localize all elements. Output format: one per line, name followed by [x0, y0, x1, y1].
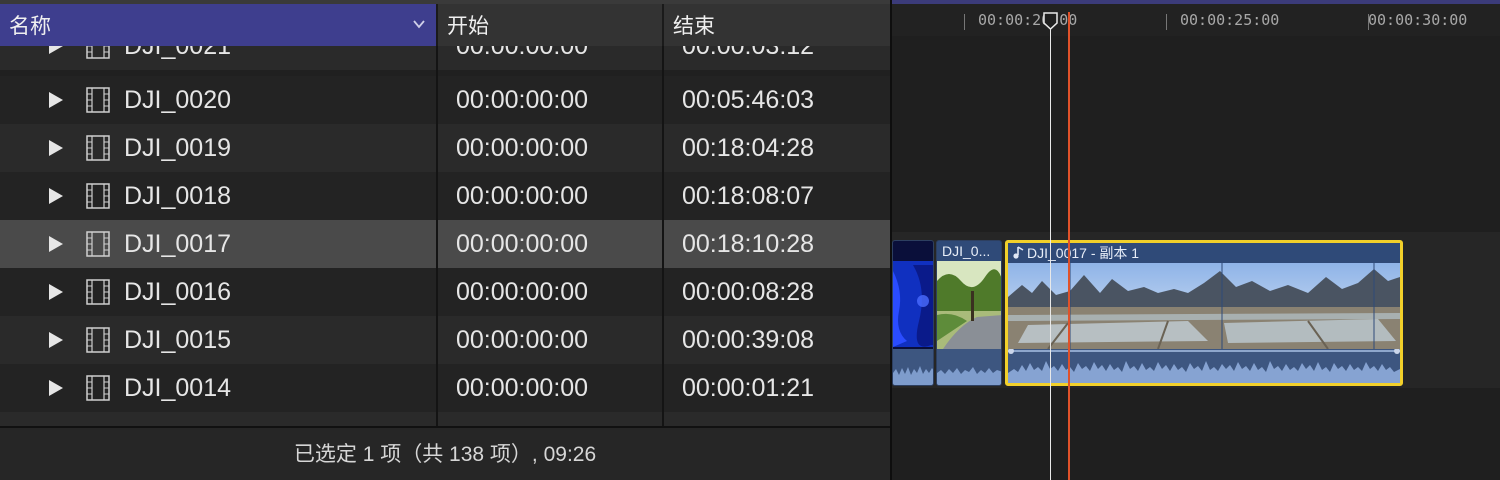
clip-title: DJI_0... [942, 243, 991, 259]
list-item[interactable] [0, 412, 890, 426]
clip-list: DJI_0021 00:00:00:00 00:00:03:12 DJI_002… [0, 46, 890, 426]
column-header-name[interactable]: 名称 [0, 4, 436, 46]
list-item[interactable]: DJI_0019 00:00:00:00 00:18:04:28 [0, 124, 890, 172]
disclosure-triangle-icon[interactable] [49, 332, 63, 348]
disclosure-triangle-icon[interactable] [49, 236, 63, 252]
clip-video-thumbnail [1008, 263, 1400, 349]
clip-end: 00:05:46:03 [682, 86, 815, 114]
clip-start: 00:00:00:00 [456, 86, 589, 114]
browser-panel: 名称 开始 结束 DJI_0021 00:00:00:00 00:00:03:1… [0, 0, 890, 480]
film-clip-icon [86, 87, 110, 113]
timeline-clip[interactable]: DJI_0... [936, 240, 1002, 386]
clip-name: DJI_0017 [124, 230, 232, 258]
disclosure-triangle-icon[interactable] [49, 140, 63, 156]
list-item[interactable]: DJI_0016 00:00:00:00 00:00:08:28 [0, 268, 890, 316]
list-item[interactable]: DJI_0021 00:00:00:00 00:00:03:12 [0, 46, 890, 70]
skimmer-line [1068, 12, 1070, 480]
clip-end: 00:00:39:08 [682, 326, 815, 354]
ruler-label: 00:00:25:00 [1180, 11, 1280, 29]
clip-title: DJI_0017 - 副本 1 [1027, 245, 1140, 261]
column-header-start[interactable]: 开始 [438, 4, 662, 46]
film-clip-icon [86, 327, 110, 353]
column-header-start-label: 开始 [447, 15, 489, 38]
clip-audio-waveform [893, 349, 933, 385]
audio-role-icon [1013, 246, 1024, 259]
clip-end: 00:00:03:12 [682, 46, 815, 60]
status-bar: 已选定 1 项（共 138 项）, 09:26 [0, 426, 890, 480]
selection-status: 已选定 1 项（共 138 项）, 09:26 [293, 443, 597, 466]
column-header-end-label: 结束 [673, 15, 715, 38]
disclosure-triangle-icon[interactable] [49, 92, 63, 108]
chevron-down-icon[interactable] [412, 17, 426, 31]
clip-start: 00:00:00:00 [456, 230, 589, 258]
column-divider [662, 46, 664, 426]
list-item[interactable]: DJI_0020 00:00:00:00 00:05:46:03 [0, 76, 890, 124]
film-clip-icon [86, 375, 110, 401]
clip-end: 00:00:01:21 [682, 374, 815, 402]
column-divider [436, 46, 438, 426]
timeline-clip-selected[interactable]: DJI_0017 - 副本 1 [1005, 240, 1403, 386]
column-header-end[interactable]: 结束 [664, 4, 890, 46]
ruler-label: 00:00:20:00 [978, 11, 1078, 29]
film-clip-icon [86, 231, 110, 257]
clip-audio-waveform [1008, 349, 1400, 383]
disclosure-triangle-icon[interactable] [49, 188, 63, 204]
disclosure-triangle-icon[interactable] [49, 284, 63, 300]
list-item-selected[interactable]: DJI_0017 00:00:00:00 00:18:10:28 [0, 220, 890, 268]
film-clip-icon [86, 279, 110, 305]
timeline-ruler[interactable]: 00:00:20:00 00:00:25:00 00:00:30:00 [892, 0, 1500, 36]
clip-start: 00:00:00:00 [456, 46, 589, 60]
clip-name: DJI_0019 [124, 134, 232, 162]
clip-name: DJI_0016 [124, 278, 232, 306]
clip-start: 00:00:00:00 [456, 326, 589, 354]
clip-end: 00:00:08:28 [682, 278, 815, 306]
clip-end: 00:18:10:28 [682, 230, 815, 258]
film-clip-icon [86, 46, 110, 59]
clip-end: 00:18:04:28 [682, 134, 815, 162]
timeline-clip[interactable] [892, 240, 934, 386]
timeline-panel[interactable]: 00:00:20:00 00:00:25:00 00:00:30:00 DJI_… [892, 0, 1500, 480]
ruler-label: 00:00:30:00 [1368, 11, 1468, 29]
clip-audio-waveform [937, 349, 1001, 385]
list-item[interactable]: DJI_0018 00:00:00:00 00:18:08:07 [0, 172, 890, 220]
column-header-name-label: 名称 [9, 15, 51, 38]
clip-name: DJI_0018 [124, 182, 232, 210]
ruler-tick [964, 14, 965, 30]
playhead-handle-icon[interactable] [1043, 12, 1058, 30]
clip-name: DJI_0015 [124, 326, 232, 354]
disclosure-triangle-icon[interactable] [49, 380, 63, 396]
disclosure-triangle-icon[interactable] [49, 46, 63, 54]
list-item[interactable]: DJI_0015 00:00:00:00 00:00:39:08 [0, 316, 890, 364]
clip-name: DJI_0014 [124, 374, 232, 402]
clip-end: 00:18:08:07 [682, 182, 815, 210]
clip-start: 00:00:00:00 [456, 182, 589, 210]
clip-video-thumbnail [893, 241, 933, 351]
list-item[interactable]: DJI_0014 00:00:00:00 00:00:01:21 [0, 364, 890, 412]
clip-start: 00:00:00:00 [456, 134, 589, 162]
playhead[interactable] [1050, 18, 1051, 480]
clip-name: DJI_0021 [124, 46, 232, 60]
ruler-tick [1166, 14, 1167, 30]
browser-header: 名称 开始 结束 [0, 0, 890, 46]
film-clip-icon [86, 135, 110, 161]
film-clip-icon [86, 183, 110, 209]
clip-start: 00:00:00:00 [456, 278, 589, 306]
clip-start: 00:00:00:00 [456, 374, 589, 402]
clip-name: DJI_0020 [124, 86, 232, 114]
